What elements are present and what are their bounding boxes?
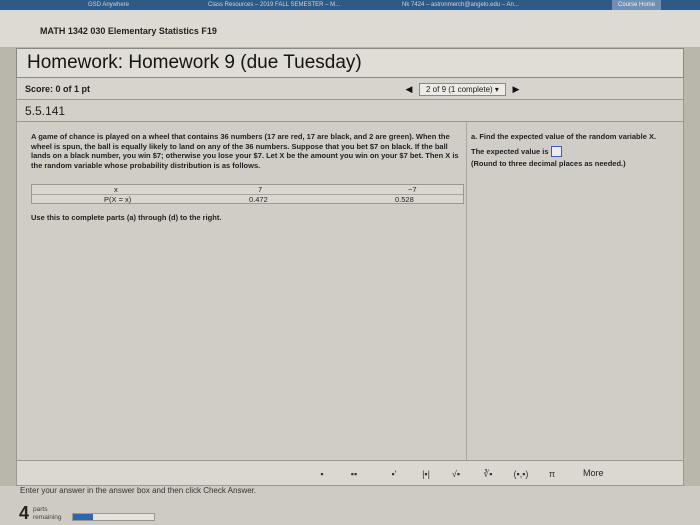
browser-tab-bar: GSD Anywhere Class Resources – 2019 FALL… <box>0 0 700 10</box>
exponent-icon[interactable]: ▪' <box>385 468 403 480</box>
distribution-table: x P(X = x) 7 0.472 −7 0.528 <box>31 184 464 204</box>
parts-label-line-2: remaining <box>33 514 62 521</box>
course-title: MATH 1342 030 Elementary Statistics F19 <box>40 26 217 36</box>
p-header: P(X = x) <box>104 195 132 204</box>
parts-progress-bar <box>72 513 155 521</box>
nth-root-icon[interactable]: ∛▪ <box>479 468 497 480</box>
footer-instruction: Enter your answer in the answer box and … <box>20 486 257 495</box>
footer: Enter your answer in the answer box and … <box>0 486 700 525</box>
pane-divider[interactable] <box>466 122 467 460</box>
parts-remaining-count: 4 <box>19 503 30 523</box>
x-value-1: 7 <box>258 185 263 194</box>
p-value-2: 0.528 <box>395 195 414 204</box>
question-selector[interactable]: 2 of 9 (1 complete) ▾ <box>419 82 506 96</box>
answer-pane: a. Find the expected value of the random… <box>471 132 683 172</box>
question-navigator: ◀ 2 of 9 (1 complete) ▾ ▶ <box>399 82 526 96</box>
x-value-2: −7 <box>408 185 417 194</box>
p-value-1: 0.472 <box>249 195 268 204</box>
absolute-value-icon[interactable]: |▪| <box>417 468 435 480</box>
part-a-prompt: a. Find the expected value of the random… <box>471 132 657 141</box>
score-text: Score: 0 of 1 pt <box>25 84 91 94</box>
mixed-number-icon[interactable]: ▪▪ <box>345 468 363 480</box>
fraction-icon[interactable]: ▪ <box>313 468 331 480</box>
parts-remaining-label: parts remaining <box>33 506 62 522</box>
question-content: A game of chance is played on a wheel th… <box>16 122 684 460</box>
instruction-parts: Use this to complete parts (a) through (… <box>31 213 222 222</box>
rounding-note: (Round to three decimal places as needed… <box>471 159 626 168</box>
homework-title: Homework: Homework 9 (due Tuesday) <box>27 52 362 73</box>
ordered-pair-icon[interactable]: (▪,▪) <box>507 468 535 480</box>
next-question-icon[interactable]: ▶ <box>506 84 526 95</box>
previous-question-icon[interactable]: ◀ <box>399 84 419 95</box>
score-row: Score: 0 of 1 pt ◀ 2 of 9 (1 complete) ▾… <box>16 78 684 100</box>
question-number: 5.5.141 <box>25 104 66 118</box>
tab-course-home[interactable]: Course Home <box>612 0 662 10</box>
x-header: x <box>114 185 118 194</box>
tab-email[interactable]: Nk 7424 – astronmerch@angelo.edu – An... <box>402 0 519 10</box>
problem-statement: A game of chance is played on a wheel th… <box>31 132 459 170</box>
answer-input[interactable] <box>550 146 562 157</box>
tab-gsd-anywhere[interactable]: GSD Anywhere <box>88 0 129 10</box>
math-toolbar: ▪ ▪▪ ▪' |▪| √▪ ∛▪ (▪,▪) π More <box>16 460 684 486</box>
question-number-row: 5.5.141 <box>16 100 684 122</box>
homework-header: Homework: Homework 9 (due Tuesday) <box>16 48 684 78</box>
parts-label-line-1: parts <box>33 506 48 513</box>
tab-class-resources[interactable]: Class Resources – 2019 FALL SEMESTER – M… <box>208 0 340 10</box>
answer-label: The expected value is <box>471 147 549 156</box>
square-root-icon[interactable]: √▪ <box>447 468 465 480</box>
more-button[interactable]: More <box>583 468 604 478</box>
pi-icon[interactable]: π <box>543 468 561 480</box>
parts-progress-fill <box>73 514 94 520</box>
course-strip: MATH 1342 030 Elementary Statistics F19 <box>0 10 700 48</box>
